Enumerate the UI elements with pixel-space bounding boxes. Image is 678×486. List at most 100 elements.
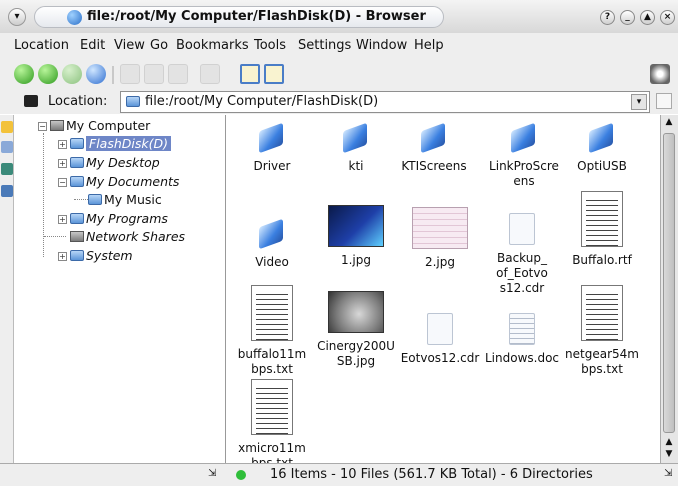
tree-guide xyxy=(74,199,88,200)
image-thumbnail-icon xyxy=(328,205,384,247)
menu-location[interactable]: Location xyxy=(14,38,69,53)
folder-icon xyxy=(70,213,84,224)
file-item-eotvos12[interactable]: Eotvos12.cdr xyxy=(398,313,482,366)
file-item-xmicro11mbps[interactable]: xmicro11mbps.txt xyxy=(230,379,314,471)
expand-toggle[interactable]: + xyxy=(58,252,67,261)
minimize-button[interactable]: _ xyxy=(620,10,635,25)
tree-guide xyxy=(43,133,44,257)
icon-view-icon[interactable] xyxy=(240,64,260,84)
maximize-button[interactable]: ▲ xyxy=(640,10,655,25)
folder-icon xyxy=(257,121,287,153)
file-item-2jpg[interactable]: 2.jpg xyxy=(398,207,482,270)
menu-settings[interactable]: Settings xyxy=(298,38,351,53)
file-item-buffalo11mbps[interactable]: buffalo11mbps.txt xyxy=(230,285,314,377)
status-bar: ⇲ 16 Items - 10 Files (561.7 KB Total) -… xyxy=(0,463,678,486)
tree-item-my-music[interactable]: My Music xyxy=(88,192,162,207)
reload-icon[interactable] xyxy=(86,64,106,84)
vertical-scrollbar[interactable]: ▲ ▲ ▼ xyxy=(660,115,678,463)
folder-icon xyxy=(126,96,140,107)
tree-item-my-programs[interactable]: My Programs xyxy=(70,211,168,226)
image-thumbnail-icon xyxy=(328,291,384,333)
file-item-cinergy200usb[interactable]: Cinergy200USB.jpg xyxy=(314,291,398,369)
network-tab-icon[interactable] xyxy=(1,163,13,175)
clear-location-icon[interactable] xyxy=(24,95,38,107)
text-document-icon xyxy=(251,379,293,435)
text-document-icon xyxy=(581,285,623,341)
tree-item-system[interactable]: System xyxy=(70,248,133,263)
file-item-driver[interactable]: Driver xyxy=(230,121,314,174)
paste-icon[interactable] xyxy=(168,64,188,84)
go-icon[interactable] xyxy=(656,93,672,109)
close-button[interactable]: × xyxy=(660,10,675,25)
help-button[interactable]: ? xyxy=(600,10,615,25)
menu-go[interactable]: Go xyxy=(150,38,168,53)
bookmarks-tab-icon[interactable] xyxy=(1,121,13,133)
back-icon[interactable] xyxy=(14,64,34,84)
cut-icon[interactable] xyxy=(120,64,140,84)
window-menu-button[interactable]: ▾ xyxy=(8,8,26,26)
expand-toggle[interactable]: + xyxy=(58,159,67,168)
collapse-toggle[interactable]: − xyxy=(38,122,47,131)
resize-grip-icon[interactable]: ⇲ xyxy=(664,468,672,479)
browser-globe-icon xyxy=(67,10,82,25)
devices-tab-icon[interactable] xyxy=(1,185,13,197)
menu-edit[interactable]: Edit xyxy=(80,38,105,53)
forward-icon[interactable] xyxy=(38,64,58,84)
tree-item-my-desktop[interactable]: My Desktop xyxy=(70,155,160,170)
find-icon[interactable] xyxy=(200,64,220,84)
text-document-icon xyxy=(251,285,293,341)
file-item-1jpg[interactable]: 1.jpg xyxy=(314,205,398,268)
image-thumbnail-icon xyxy=(412,207,468,249)
tree-item-flashdisk[interactable]: FlashDisk(D) xyxy=(70,136,171,151)
menu-bookmarks[interactable]: Bookmarks xyxy=(176,38,249,53)
menu-help[interactable]: Help xyxy=(414,38,444,53)
file-item-netgear54mbps[interactable]: netgear54mbps.txt xyxy=(560,285,644,377)
file-item-linkproscreens[interactable]: LinkProScreens xyxy=(482,121,566,189)
file-item-ktiscreens[interactable]: KTIScreens xyxy=(392,121,476,174)
expand-toggle[interactable]: + xyxy=(58,215,67,224)
scrollbar-thumb[interactable] xyxy=(663,133,675,433)
window-title: file:/root/My Computer/FlashDisk(D) - Br… xyxy=(87,9,426,24)
file-item-video[interactable]: Video xyxy=(230,217,314,270)
tree-item-my-documents[interactable]: My Documents xyxy=(70,174,179,189)
history-tab-icon[interactable] xyxy=(1,141,13,153)
file-item-buffalo-rtf[interactable]: Buffalo.rtf xyxy=(560,191,644,268)
scroll-up-arrow-icon[interactable]: ▲ xyxy=(664,437,674,447)
tree-item-my-computer[interactable]: My Computer xyxy=(50,118,150,133)
scroll-down-arrow-icon[interactable]: ▼ xyxy=(664,449,674,459)
folder-icon xyxy=(257,217,287,249)
text-document-icon xyxy=(581,191,623,247)
up-icon[interactable] xyxy=(62,64,82,84)
location-bar: Location: file:/root/My Computer/FlashDi… xyxy=(0,90,678,114)
title-bar: ▾ file:/root/My Computer/FlashDisk(D) - … xyxy=(0,0,678,33)
detail-view-icon[interactable] xyxy=(264,64,284,84)
copy-icon[interactable] xyxy=(144,64,164,84)
document-icon xyxy=(509,213,535,245)
folder-icon xyxy=(341,121,371,153)
document-icon xyxy=(509,313,535,345)
location-label: Location: xyxy=(48,94,108,109)
folder-icon xyxy=(70,250,84,261)
location-input[interactable]: file:/root/My Computer/FlashDisk(D) ▾ xyxy=(120,91,650,113)
expand-toggle[interactable]: + xyxy=(58,140,67,149)
menu-tools[interactable]: Tools xyxy=(254,38,286,53)
scroll-up-arrow-icon[interactable]: ▲ xyxy=(664,117,674,127)
menu-window[interactable]: Window xyxy=(356,38,407,53)
file-item-kti[interactable]: kti xyxy=(314,121,398,174)
location-value: file:/root/My Computer/FlashDisk(D) xyxy=(145,94,379,109)
file-item-backup-eotvos12[interactable]: Backup_of_Eotvos12.cdr xyxy=(480,213,564,296)
status-led-icon xyxy=(236,470,246,480)
file-item-lindows[interactable]: Lindows.doc xyxy=(480,313,564,366)
document-icon xyxy=(427,313,453,345)
resize-grip-icon[interactable]: ⇲ xyxy=(208,468,216,479)
menu-bar: Location Edit View Go Bookmarks Tools Se… xyxy=(0,33,678,57)
folder-icon xyxy=(70,176,84,187)
network-icon xyxy=(70,231,84,242)
location-dropdown-button[interactable]: ▾ xyxy=(631,94,647,110)
menu-view[interactable]: View xyxy=(114,38,145,53)
file-item-optiusb[interactable]: OptiUSB xyxy=(560,121,644,174)
collapse-toggle[interactable]: − xyxy=(58,178,67,187)
sidebar-tabs xyxy=(0,115,14,471)
tree-item-network-shares[interactable]: Network Shares xyxy=(70,229,185,244)
drive-icon xyxy=(70,138,84,149)
